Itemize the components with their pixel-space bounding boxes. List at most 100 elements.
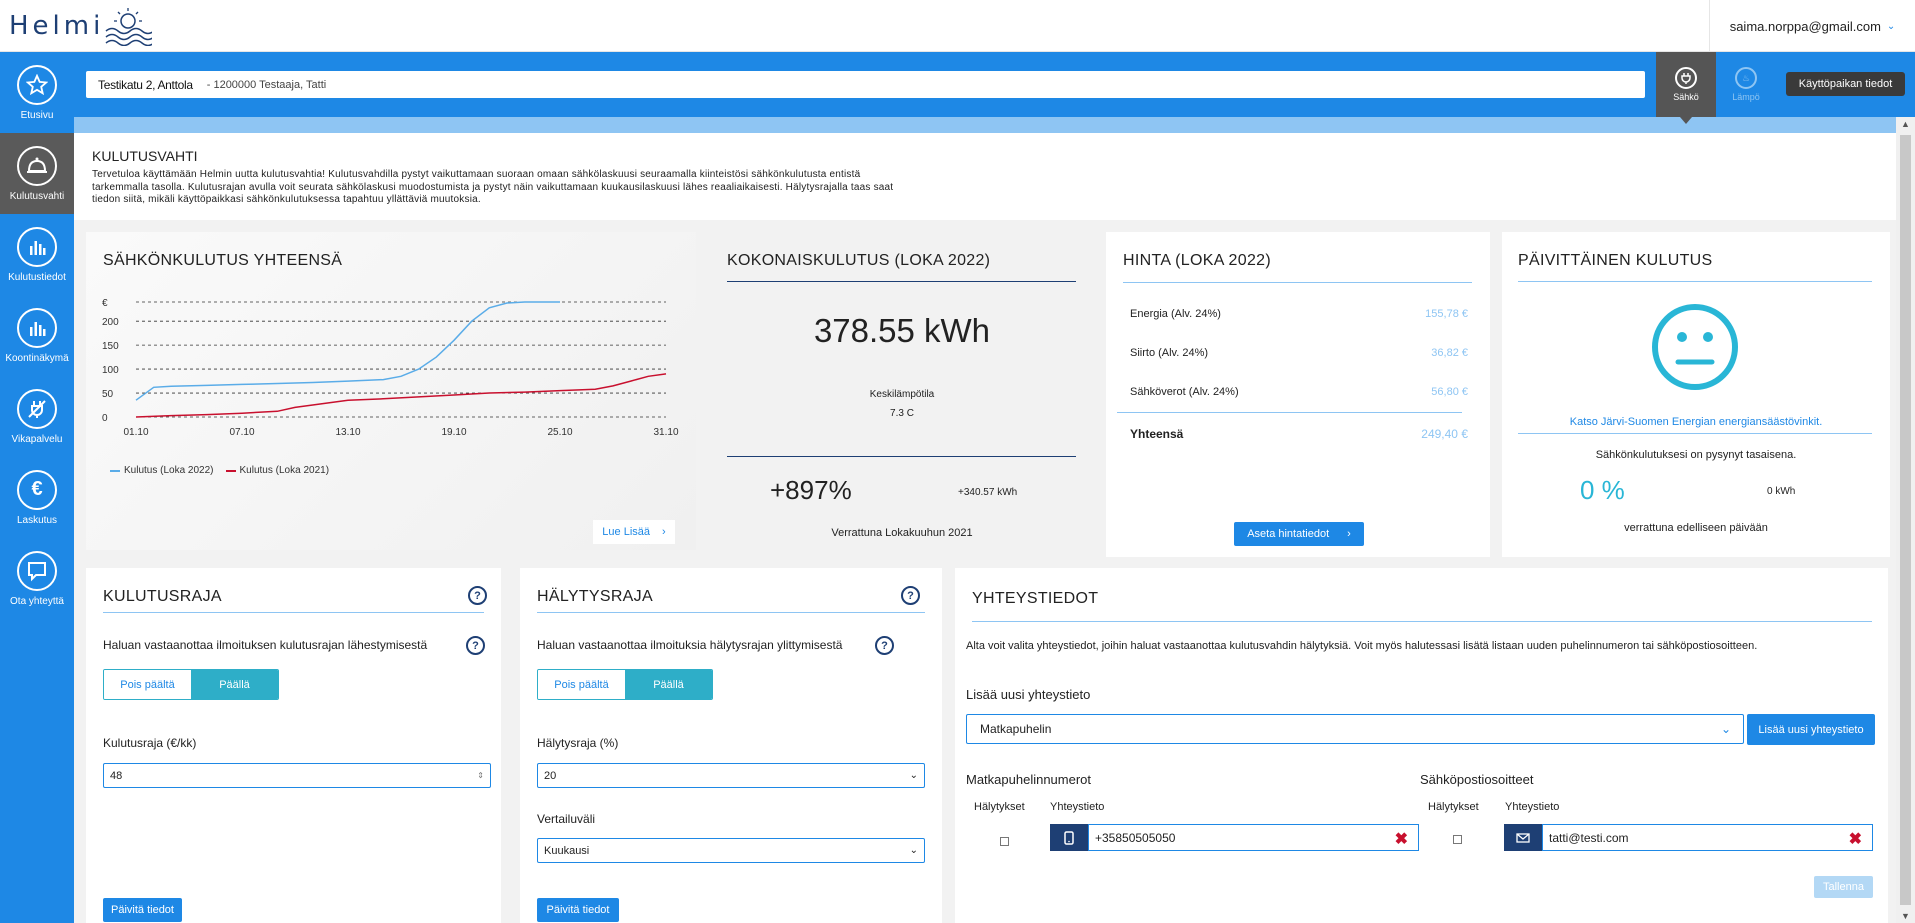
- user-menu[interactable]: saima.norppa@gmail.com ⌄: [1709, 0, 1915, 52]
- divider: [1117, 412, 1462, 413]
- chevron-down-icon: ⌄: [909, 770, 918, 781]
- x-tick-label: 13.10: [335, 427, 360, 438]
- scroll-up-icon[interactable]: ▲: [1901, 119, 1910, 129]
- euro-icon: €: [17, 469, 57, 510]
- kayttopaikka-button[interactable]: Käyttöpaikan tiedot: [1786, 72, 1905, 96]
- phone-value: +35850505050: [1095, 830, 1176, 845]
- read-more-label: Lue Lisää: [602, 526, 651, 538]
- heat-icon: ♨: [1735, 67, 1757, 89]
- no-power-icon: [17, 388, 57, 429]
- limit-input-value: 48: [110, 769, 123, 782]
- sidebar-item-laskutus[interactable]: € Laskutus: [0, 457, 74, 538]
- logo-text: Helmi: [9, 11, 105, 41]
- tab-lampo-label: Lämpö: [1732, 92, 1760, 102]
- save-button[interactable]: Tallenna: [1814, 876, 1873, 898]
- alert-limit-card: HÄLYTYSRAJA ? Haluan vastaanottaa ilmoit…: [520, 568, 942, 923]
- contact-column-header: Yhteystieto: [1050, 801, 1105, 813]
- alerts-column-header: Hälytykset: [974, 801, 1025, 813]
- y-tick-label: 0: [102, 413, 108, 424]
- sidebar-item-kulutustiedot[interactable]: Kulutustiedot: [0, 214, 74, 295]
- helmi-logo[interactable]: Helmi: [9, 6, 153, 46]
- top-bar: Helmi saima.norppa@gmail.com ⌄: [0, 0, 1915, 52]
- price-row: Energia (Alv. 24%) 155,78 €: [1130, 308, 1468, 320]
- toggle-off[interactable]: Pois päältä: [104, 670, 191, 699]
- sidebar-item-kulutusvahti[interactable]: Kulutusvahti: [0, 133, 74, 214]
- scroll-down-icon[interactable]: ▼: [1901, 911, 1910, 921]
- total-kwh: 378.55 kWh: [813, 312, 991, 349]
- limit-field-label: Kulutusraja (€/kk): [103, 736, 197, 750]
- x-tick-label: 19.10: [441, 427, 466, 438]
- delete-icon[interactable]: ✖: [1849, 829, 1862, 849]
- sun-waves-logo-icon: [105, 8, 153, 46]
- plug-icon: [1675, 67, 1697, 89]
- help-icon[interactable]: ?: [468, 586, 487, 605]
- sidebar-item-label: Koontinäkymä: [5, 352, 69, 364]
- sidebar-item-koontinakyma[interactable]: Koontinäkymä: [0, 295, 74, 376]
- divider: [727, 281, 1076, 282]
- consumption-limit-card: KULUTUSRAJA ? Haluan vastaanottaa ilmoit…: [86, 568, 501, 923]
- total-consumption-card: SÄHKÖNKULUTUS YHTEENSÄ €0 50 100 150 200 01.1…: [86, 232, 696, 550]
- chevron-right-icon: ›: [1347, 528, 1351, 540]
- toggle-off[interactable]: Pois päältä: [538, 670, 625, 699]
- price-total-label: Yhteensä: [1130, 427, 1184, 441]
- tab-lampo[interactable]: ♨ Lämpö: [1716, 52, 1776, 117]
- avg-temp-value: 7.3 C: [890, 408, 914, 419]
- change-percent: +897%: [770, 475, 852, 505]
- period-select[interactable]: Kuukausi ⌄: [537, 838, 925, 863]
- help-icon[interactable]: ?: [466, 636, 485, 655]
- phone-alert-checkbox[interactable]: [1000, 837, 1009, 846]
- limit-question: Haluan vastaanottaa ilmoituksen kulutusr…: [103, 638, 428, 652]
- x-tick-label: 07.10: [229, 427, 254, 438]
- divider: [1518, 433, 1872, 434]
- x-tick-label: 25.10: [547, 427, 572, 438]
- bar-chart-icon: [17, 307, 57, 348]
- add-contact-label: Lisää uusi yhteystieto: [966, 687, 1091, 702]
- total-usage-card: KOKONAISKULUTUS (LOKA 2022) 378.55 kWh K…: [708, 232, 1088, 550]
- sidebar-item-etusivu[interactable]: Etusivu: [0, 52, 74, 133]
- price-row: Sähköverot (Alv. 24%) 56,80 €: [1130, 386, 1468, 398]
- card-title: HINTA (LOKA 2022): [1123, 252, 1271, 269]
- update-button[interactable]: Päivitä tiedot: [537, 898, 619, 922]
- delete-icon[interactable]: ✖: [1395, 829, 1408, 849]
- limit-input[interactable]: 48 ⇕: [103, 763, 491, 788]
- sidebar: Etusivu Kulutusvahti Kulutustiedot Koont…: [0, 52, 74, 923]
- help-icon[interactable]: ?: [875, 636, 894, 655]
- scrollbar-thumb[interactable]: [1900, 135, 1911, 905]
- alert-select[interactable]: 20 ⌄: [537, 763, 925, 788]
- update-button[interactable]: Päivitä tiedot: [103, 898, 182, 922]
- set-price-button[interactable]: Aseta hintatiedot ›: [1234, 522, 1364, 546]
- divider: [537, 612, 925, 613]
- limit-toggle[interactable]: Pois päältä Päällä: [103, 669, 279, 700]
- email-field[interactable]: tatti@testi.com ✖: [1542, 824, 1873, 851]
- page-title: KULUTUSVAHTI: [92, 148, 198, 164]
- compare-text: Verrattuna Lokakuuhun 2021: [831, 527, 973, 539]
- sidebar-item-ota-yhteytta[interactable]: Ota yhteyttä: [0, 538, 74, 619]
- toggle-on[interactable]: Päällä: [191, 670, 278, 699]
- daily-percent: 0 %: [1580, 475, 1625, 505]
- alert-toggle[interactable]: Pois päältä Päällä: [537, 669, 713, 700]
- scrollbar[interactable]: ▲ ▼: [1896, 117, 1915, 923]
- email-alert-checkbox[interactable]: [1453, 835, 1462, 844]
- phone-icon: [1050, 824, 1088, 851]
- alerts-column-header: Hälytykset: [1428, 801, 1479, 813]
- daily-status: Sähkönkulutuksesi on pysynyt tasaisena.: [1595, 449, 1797, 461]
- tab-sahko[interactable]: Sähkö: [1656, 52, 1716, 124]
- card-title: HÄLYTYSRAJA: [537, 588, 653, 605]
- phone-field[interactable]: +35850505050 ✖: [1088, 824, 1419, 851]
- contact-type-select[interactable]: Matkapuhelin ⌄: [966, 714, 1744, 744]
- sidebar-item-label: Etusivu: [20, 109, 54, 121]
- add-contact-button[interactable]: Lisää uusi yhteystieto: [1747, 714, 1875, 745]
- sidebar-item-vikapalvelu[interactable]: Vikapalvelu: [0, 376, 74, 457]
- emails-title: Sähköpostiosoitteet: [1420, 772, 1534, 787]
- card-title: KULUTUSRAJA: [103, 588, 222, 605]
- price-label: Sähköverot (Alv. 24%): [1130, 386, 1239, 398]
- read-more-button[interactable]: Lue Lisää ›: [593, 520, 675, 544]
- help-icon[interactable]: ?: [901, 586, 920, 605]
- period-select-value: Kuukausi: [544, 844, 590, 857]
- address-bar[interactable]: Testikatu 2, Anttola - 1200000 Testaaja,…: [86, 71, 1645, 98]
- sidebar-item-label: Vikapalvelu: [11, 433, 63, 445]
- star-icon: [17, 64, 57, 105]
- toggle-on[interactable]: Päällä: [625, 670, 712, 699]
- card-title: KOKONAISKULUTUS (LOKA 2022): [727, 252, 991, 269]
- energy-tips-link[interactable]: Katso Järvi-Suomen Energian energiansääs…: [1502, 416, 1890, 428]
